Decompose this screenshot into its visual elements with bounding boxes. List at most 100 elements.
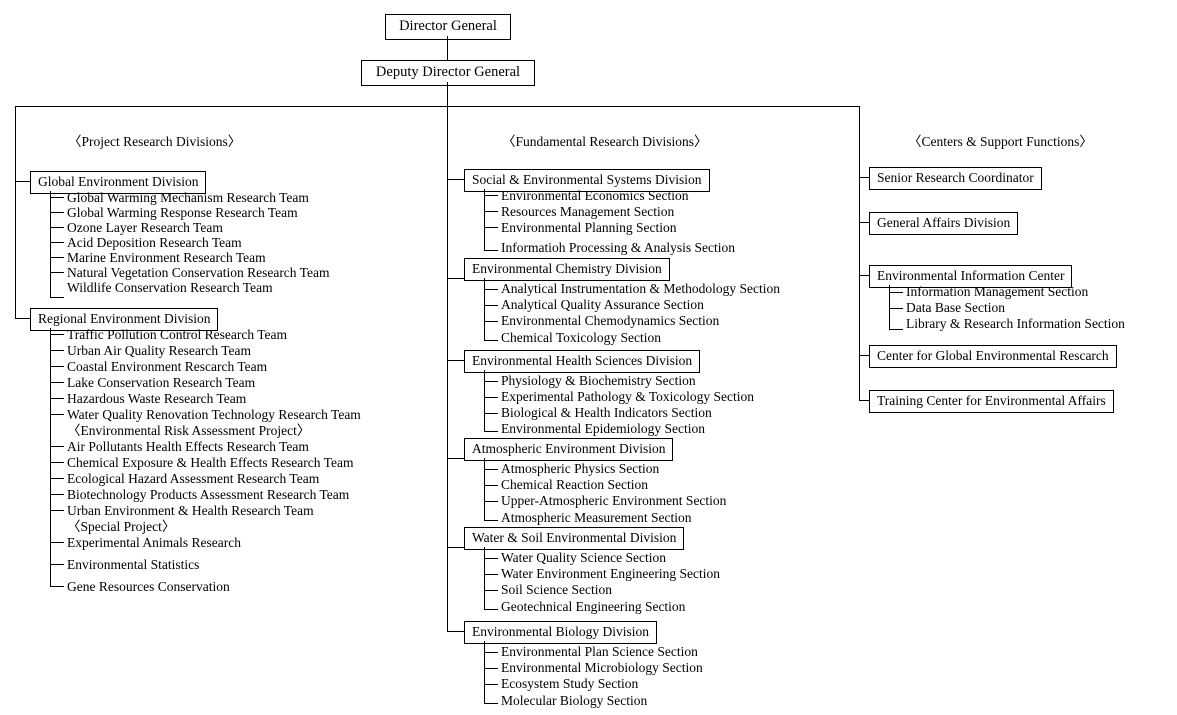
node-training-center-for-environmental-affairs[interactable]: Training Center for Environmental Affair… [869, 390, 1114, 413]
list-item[interactable]: Environmental Statistics [67, 558, 199, 572]
node-environmental-chemistry-division[interactable]: Environmental Chemistry Division [464, 258, 670, 281]
list-item[interactable]: Acid Deposition Research Team [67, 236, 242, 250]
list-item[interactable]: Experimental Animals Research [67, 536, 241, 550]
list-item[interactable]: Environmental Microbiology Section [501, 661, 703, 675]
list-item[interactable]: Resources Management Section [501, 205, 674, 219]
list-item[interactable]: Geotechnical Engineering Section [501, 600, 685, 614]
list-item[interactable]: Water Quality Science Section [501, 551, 666, 565]
subspine-water-soil-environmental [484, 547, 485, 609]
spine-column-project [15, 106, 16, 318]
tick [50, 297, 64, 298]
tick [50, 257, 64, 258]
tick [50, 366, 64, 367]
node-director-general[interactable]: Director General [385, 14, 511, 40]
connector-main-bus [15, 106, 860, 107]
connector-stub-environmental-chemistry [447, 278, 464, 279]
tick [484, 321, 498, 322]
spine-column-fundamental [447, 106, 448, 631]
subspine-environmental-chemistry [484, 278, 485, 340]
tick [889, 329, 903, 330]
list-item[interactable]: Global Warming Mechanism Research Team [67, 191, 309, 205]
list-item[interactable]: Experimental Pathology & Toxicology Sect… [501, 390, 754, 404]
list-item[interactable]: Atmospheric Measurement Section [501, 511, 691, 525]
list-item[interactable]: Lake Conservation Research Team [67, 376, 255, 390]
list-item[interactable]: Environmental Economics Section [501, 189, 688, 203]
list-item[interactable]: Informatioh Processing & Analysis Sectio… [501, 241, 735, 255]
tick [484, 397, 498, 398]
tick [50, 272, 64, 273]
list-item[interactable]: Marine Environment Research Team [67, 251, 266, 265]
tick [50, 462, 64, 463]
list-item[interactable]: Gene Resources Conservation [67, 580, 230, 594]
subspine-global-environment [50, 191, 51, 297]
list-item[interactable]: Urban Air Quality Research Team [67, 344, 251, 358]
list-item[interactable]: Ecological Hazard Assessment Research Te… [67, 472, 319, 486]
node-deputy-director-general[interactable]: Deputy Director General [361, 60, 535, 86]
list-item[interactable]: Chemical Toxicology Section [501, 331, 661, 345]
caption-fundamental-research-divisions: 〈Fundamental Research Divisions〉 [502, 134, 708, 149]
list-item[interactable]: Chemical Reaction Section [501, 478, 648, 492]
list-item[interactable]: Upper-Atmospheric Environment Section [501, 494, 726, 508]
tick [484, 381, 498, 382]
list-item[interactable]: Environmental Chemodynamics Section [501, 314, 719, 328]
list-item[interactable]: Analytical Instrumentation & Methodology… [501, 282, 780, 296]
list-item[interactable]: Biotechnology Products Assessment Resear… [67, 488, 349, 502]
caption-centers-support-functions: 〈Centers & Support Functions〉 [908, 134, 1093, 149]
list-item[interactable]: Soil Science Section [501, 583, 612, 597]
tick [484, 668, 498, 669]
tick [50, 382, 64, 383]
subspine-environmental-biology [484, 641, 485, 703]
list-item[interactable]: Library & Research Information Section [906, 317, 1125, 331]
node-water-soil-environmental-division[interactable]: Water & Soil Environmental Division [464, 527, 685, 550]
list-item[interactable]: Global Warming Response Research Team [67, 206, 298, 220]
list-item[interactable]: Urban Environment & Health Research Team [67, 504, 314, 518]
list-item[interactable]: Environmental Planning Section [501, 221, 676, 235]
list-item[interactable]: Analytical Quality Assurance Section [501, 298, 704, 312]
list-item[interactable]: Data Base Section [906, 301, 1005, 315]
connector-stub-center-global-environmental-research [859, 355, 869, 356]
node-senior-research-coordinator[interactable]: Senior Research Coordinator [869, 167, 1042, 190]
list-item[interactable]: Ecosystem Study Section [501, 677, 638, 691]
subspine-social-environmental-systems [484, 189, 485, 250]
tick [50, 350, 64, 351]
sub-caption-special-project: 〈Special Project〉 [67, 519, 176, 534]
tick [484, 684, 498, 685]
list-item[interactable]: Natural Vegetation Conservation Research… [67, 266, 329, 280]
connector-stub-social-environmental-systems [447, 179, 464, 180]
list-item[interactable]: Coastal Environment Rescarch Team [67, 360, 267, 374]
list-item[interactable]: Atmospheric Physics Section [501, 462, 659, 476]
tick [50, 242, 64, 243]
node-environmental-biology-division[interactable]: Environmental Biology Division [464, 621, 657, 644]
list-item[interactable]: Molecular Biology Section [501, 694, 647, 708]
list-item[interactable]: Physiology & Biochemistry Section [501, 374, 696, 388]
node-center-for-global-environmental-research[interactable]: Center for Global Environmental Rescarch [869, 345, 1117, 368]
subspine-atmospheric-environment [484, 458, 485, 520]
tick [50, 586, 64, 587]
list-item[interactable]: Environmental Epidemiology Section [501, 422, 705, 436]
tick [484, 413, 498, 414]
node-environmental-health-sciences-division[interactable]: Environmental Health Sciences Division [464, 350, 701, 373]
node-general-affairs-division[interactable]: General Affairs Division [869, 212, 1019, 235]
organization-chart: Director General Deputy Director General… [0, 0, 1177, 715]
tick [484, 609, 498, 610]
list-item[interactable]: Ozone Layer Research Team [67, 221, 223, 235]
tick [484, 469, 498, 470]
list-item[interactable]: Information Management Section [906, 285, 1088, 299]
list-item[interactable]: Environmental Plan Science Section [501, 645, 698, 659]
tick [50, 212, 64, 213]
list-item[interactable]: Wildlife Conservation Research Team [67, 281, 273, 295]
list-item[interactable]: Air Pollutants Health Effects Research T… [67, 440, 309, 454]
list-item[interactable]: Traffic Pollution Control Research Team [67, 328, 287, 342]
node-atmospheric-environment-division[interactable]: Atmospheric Environment Division [464, 438, 674, 461]
list-item[interactable]: Hazardous Waste Research Team [67, 392, 246, 406]
list-item[interactable]: Biological & Health Indicators Section [501, 406, 712, 420]
connector-stub-training-center [859, 400, 869, 401]
tick [484, 211, 498, 212]
connector-stub-general-affairs [859, 222, 869, 223]
tick [50, 197, 64, 198]
tick [484, 520, 498, 521]
list-item[interactable]: Water Quality Renovation Technology Rese… [67, 408, 361, 422]
tick [484, 558, 498, 559]
list-item[interactable]: Water Environment Engineering Section [501, 567, 720, 581]
list-item[interactable]: Chemical Exposure & Health Effects Resea… [67, 456, 353, 470]
